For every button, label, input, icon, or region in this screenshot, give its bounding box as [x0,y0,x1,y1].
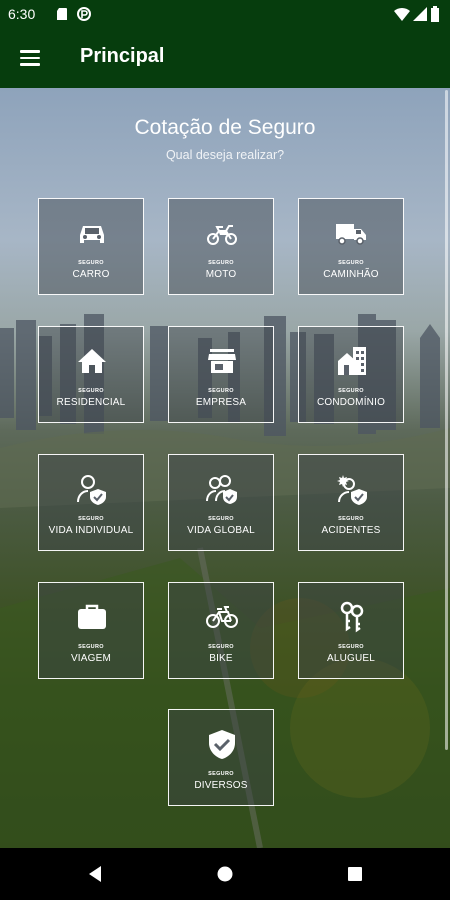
tile-prefix: SEGURO [208,516,234,522]
tile-diversos[interactable]: SEGURO DIVERSOS [168,709,274,806]
tile-acidentes[interactable]: SEGURO ACIDENTES [298,454,404,551]
car-icon [80,226,104,243]
tile-label: CONDOMÍNIO [316,397,386,408]
tile-prefix: SEGURO [338,516,364,522]
tile-prefix: SEGURO [78,644,104,650]
tile-bike[interactable]: SEGURO BIKE [168,582,274,679]
home-icon[interactable] [215,864,235,884]
tile-label: MOTO [205,269,237,280]
scrollbar[interactable] [445,90,448,750]
tile-prefix: SEGURO [208,388,234,394]
tile-label: ALUGUEL [326,653,376,664]
tile-aluguel[interactable]: SEGURO ALUGUEL [298,582,404,679]
blocked-notification-icon [77,7,91,21]
system-nav-bar [0,848,450,900]
recents-icon[interactable] [345,864,365,884]
tile-prefix: SEGURO [78,260,104,266]
tile-viagem[interactable]: SEGURO VIAGEM [38,582,144,679]
person-alert-shield-icon [337,475,367,505]
status-bar: 6:30 [0,0,450,28]
tile-condominio[interactable]: SEGURO CONDOMÍNIO [298,326,404,423]
tile-label: CARRO [72,269,110,280]
section-subtitle: Qual deseja realizar? [165,148,285,162]
house-icon [78,349,106,373]
tile-moto[interactable]: SEGURO MOTO [168,198,274,295]
back-icon[interactable] [85,864,105,884]
signal-icon [413,7,427,21]
tile-prefix: SEGURO [338,644,364,650]
app-bar: Principal [0,28,450,88]
section-title: Cotação de Seguro [134,116,316,139]
tile-prefix: SEGURO [208,260,234,266]
tile-prefix: SEGURO [208,644,234,650]
tile-prefix: SEGURO [338,388,364,394]
suitcase-icon [78,604,106,629]
motorcycle-icon [207,225,237,245]
store-icon [208,349,236,373]
tile-carro[interactable]: SEGURO CARRO [38,198,144,295]
tile-label: CAMINHÃO [323,269,379,280]
battery-icon [431,6,439,22]
tile-label: VIAGEM [70,653,112,664]
tile-label: RESIDENCIAL [56,397,126,408]
building-icon [338,347,366,375]
person-shield-icon [77,475,106,505]
tile-label: VIDA INDIVIDUAL [48,525,134,536]
bicycle-icon [206,606,238,628]
wifi-icon [394,7,410,21]
tile-label: DIVERSOS [194,780,248,791]
tile-vida-global[interactable]: SEGURO VIDA GLOBAL [168,454,274,551]
tile-prefix: SEGURO [208,771,234,777]
tile-label: BIKE [209,653,233,664]
tile-label: ACIDENTES [321,525,381,536]
truck-icon [336,224,366,245]
sd-card-icon [57,8,67,20]
tile-vida-individual[interactable]: SEGURO VIDA INDIVIDUAL [38,454,144,551]
menu-icon[interactable] [18,46,42,70]
tile-residencial[interactable]: SEGURO RESIDENCIAL [38,326,144,423]
tile-prefix: SEGURO [78,516,104,522]
people-shield-icon [206,475,237,504]
status-time: 6:30 [8,6,36,22]
tile-label: VIDA GLOBAL [187,525,255,536]
page-title: Principal [80,45,165,67]
tile-caminhao[interactable]: SEGURO CAMINHÃO [298,198,404,295]
main-content: Cotação de Seguro Qual deseja realizar? … [0,88,450,848]
tile-prefix: SEGURO [338,260,364,266]
tile-prefix: SEGURO [78,388,104,394]
tile-label: EMPRESA [195,397,247,408]
tile-empresa[interactable]: SEGURO EMPRESA [168,326,274,423]
keys-icon [340,601,364,633]
shield-check-icon [209,730,235,759]
